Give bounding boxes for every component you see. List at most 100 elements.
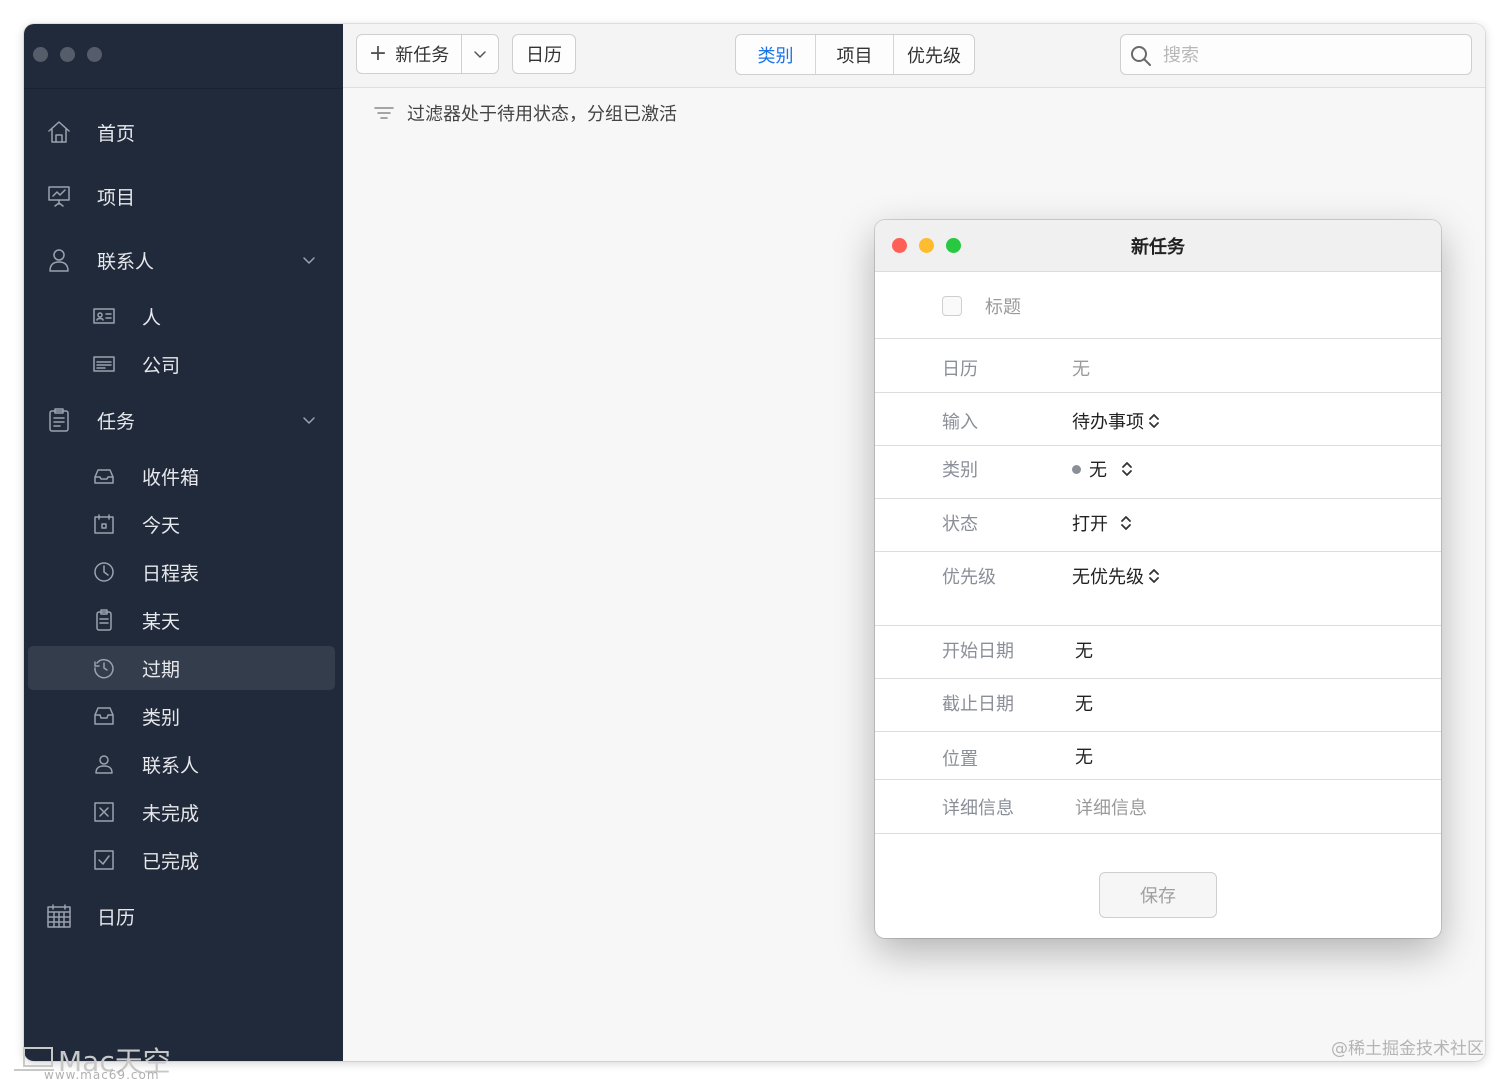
- segment-projects[interactable]: 项目: [816, 35, 894, 74]
- sidebar-item-companies[interactable]: 公司: [24, 342, 343, 386]
- chevron-down-icon[interactable]: [302, 253, 316, 267]
- filter-icon[interactable]: [373, 103, 395, 123]
- new-task-button[interactable]: + 新任务: [356, 34, 462, 74]
- field-value: 无: [1075, 694, 1093, 715]
- sidebar-item-calendar[interactable]: 日历: [24, 894, 343, 938]
- field-value: 打开: [1072, 514, 1108, 535]
- sidebar: 首页 项目 联系人 人 公司 任务 收件箱 今天 日程表 某天 过期 类别 联系…: [24, 24, 343, 1061]
- field-label: 截止日期: [942, 694, 1014, 715]
- sidebar-item-label: 收件箱: [142, 466, 200, 489]
- task-title-placeholder[interactable]: 标题: [985, 293, 1021, 319]
- sidebar-item-label: 首页: [97, 122, 136, 145]
- clipboard-list-icon: [49, 408, 69, 432]
- chevron-down-icon: [474, 51, 486, 58]
- sidebar-item-tasks[interactable]: 任务: [24, 398, 343, 442]
- sidebar-item-label: 联系人: [97, 250, 155, 273]
- sidebar-item-label: 已完成: [142, 850, 200, 873]
- window-controls: [33, 47, 102, 62]
- calendar-button-label: 日历: [526, 45, 562, 66]
- sidebar-divider: [24, 88, 343, 89]
- field-label: 优先级: [942, 567, 996, 588]
- sidebar-item-label: 人: [142, 306, 162, 329]
- field-label: 输入: [942, 412, 978, 433]
- sidebar-item-incomplete[interactable]: 未完成: [24, 790, 343, 834]
- home-icon: [48, 121, 70, 143]
- up-down-chevron-icon: [1121, 516, 1131, 530]
- category-color-dot: [1072, 464, 1081, 474]
- priority-select[interactable]: 无优先级: [1072, 563, 1160, 589]
- status-select[interactable]: 打开: [1072, 510, 1132, 536]
- presentation-board-icon: [48, 186, 70, 207]
- sidebar-item-label: 今天: [142, 514, 181, 537]
- field-value: 无: [1075, 747, 1093, 768]
- task-title-row: 标题: [875, 272, 1441, 339]
- filter-status-text: 过滤器处于待用状态，分组已激活: [407, 104, 677, 125]
- field-label: 开始日期: [942, 641, 1014, 662]
- search-icon: [1131, 46, 1151, 66]
- x-box-icon: [94, 802, 114, 822]
- field-status[interactable]: 状态 打开: [875, 499, 1441, 552]
- minimize-button[interactable]: [60, 47, 75, 62]
- chevron-down-icon[interactable]: [302, 413, 316, 427]
- sidebar-item-label: 项目: [97, 186, 136, 209]
- calendar-day-icon: [94, 514, 114, 534]
- new-task-menu-button[interactable]: [461, 34, 499, 74]
- zoom-button[interactable]: [87, 47, 102, 62]
- field-start-date[interactable]: 开始日期 无: [875, 626, 1441, 679]
- task-complete-checkbox[interactable]: [942, 296, 962, 316]
- sidebar-item-label: 类别: [142, 706, 181, 729]
- new-task-dialog: 新任务 标题 日历 无 输入 待办事项 类别 无 状态 打开 优先级 无优先级 …: [875, 220, 1441, 938]
- field-label: 位置: [942, 749, 978, 770]
- sidebar-item-overdue[interactable]: 过期: [28, 646, 335, 690]
- sidebar-item-inbox[interactable]: 收件箱: [24, 454, 343, 498]
- sidebar-item-label: 日程表: [142, 562, 200, 585]
- new-task-label: 新任务: [395, 45, 450, 66]
- field-due-date[interactable]: 截止日期 无: [875, 679, 1441, 732]
- sidebar-item-label: 某天: [142, 610, 181, 633]
- field-location[interactable]: 位置 无: [875, 732, 1441, 780]
- details-input[interactable]: 详细信息: [1075, 794, 1147, 820]
- main-content: + 新任务 日历 类别 项目 优先级 过滤器处于待用状态，分组已激活: [343, 24, 1485, 1061]
- sidebar-item-categories[interactable]: 类别: [24, 694, 343, 738]
- calendar-button[interactable]: 日历: [512, 34, 576, 74]
- save-button[interactable]: 保存: [1099, 872, 1217, 918]
- grouping-segmented-control: 类别 项目 优先级: [735, 34, 975, 75]
- dialog-title: 新任务: [1131, 237, 1185, 258]
- field-details[interactable]: 详细信息 详细信息: [875, 780, 1441, 834]
- category-select[interactable]: 无: [1072, 456, 1133, 482]
- field-value: 无: [1075, 641, 1093, 662]
- sidebar-item-completed[interactable]: 已完成: [24, 838, 343, 882]
- field-value: 无优先级: [1072, 567, 1144, 588]
- sidebar-item-today[interactable]: 今天: [24, 502, 343, 546]
- sidebar-item-label: 任务: [97, 410, 136, 433]
- field-label: 日历: [942, 359, 978, 380]
- field-label: 状态: [942, 514, 978, 535]
- sidebar-item-someday[interactable]: 某天: [24, 598, 343, 642]
- segment-categories[interactable]: 类别: [736, 35, 816, 74]
- field-priority[interactable]: 优先级 无优先级: [875, 552, 1441, 626]
- search-field[interactable]: [1120, 34, 1472, 75]
- up-down-chevron-icon: [1122, 462, 1132, 476]
- sidebar-item-contacts[interactable]: 联系人: [24, 238, 343, 282]
- toolbar: + 新任务 日历 类别 项目 优先级: [343, 24, 1485, 88]
- sidebar-item-task-contacts[interactable]: 联系人: [24, 742, 343, 786]
- field-label: 类别: [942, 460, 978, 481]
- sidebar-item-home[interactable]: 首页: [24, 110, 343, 154]
- id-card-icon: [93, 308, 115, 324]
- field-value: 无: [1089, 460, 1107, 481]
- calendar-grid-icon: [47, 904, 71, 928]
- close-button[interactable]: [33, 47, 48, 62]
- sidebar-item-people[interactable]: 人: [24, 294, 343, 338]
- field-type[interactable]: 输入 待办事项: [875, 393, 1441, 446]
- inbox-tray-icon: [94, 469, 114, 484]
- type-select[interactable]: 待办事项: [1072, 408, 1160, 434]
- field-value: 无: [1072, 359, 1090, 380]
- sidebar-item-projects[interactable]: 项目: [24, 174, 343, 218]
- watermark-right: @稀土掘金技术社区: [1331, 1039, 1484, 1059]
- search-input[interactable]: [1163, 41, 1453, 69]
- segment-priority[interactable]: 优先级: [894, 35, 974, 74]
- sidebar-item-schedule[interactable]: 日程表: [24, 550, 343, 594]
- field-calendar[interactable]: 日历 无: [875, 339, 1441, 393]
- watermark-left: Mac天空 www.mac69.com: [12, 1040, 182, 1084]
- field-category[interactable]: 类别 无: [875, 446, 1441, 499]
